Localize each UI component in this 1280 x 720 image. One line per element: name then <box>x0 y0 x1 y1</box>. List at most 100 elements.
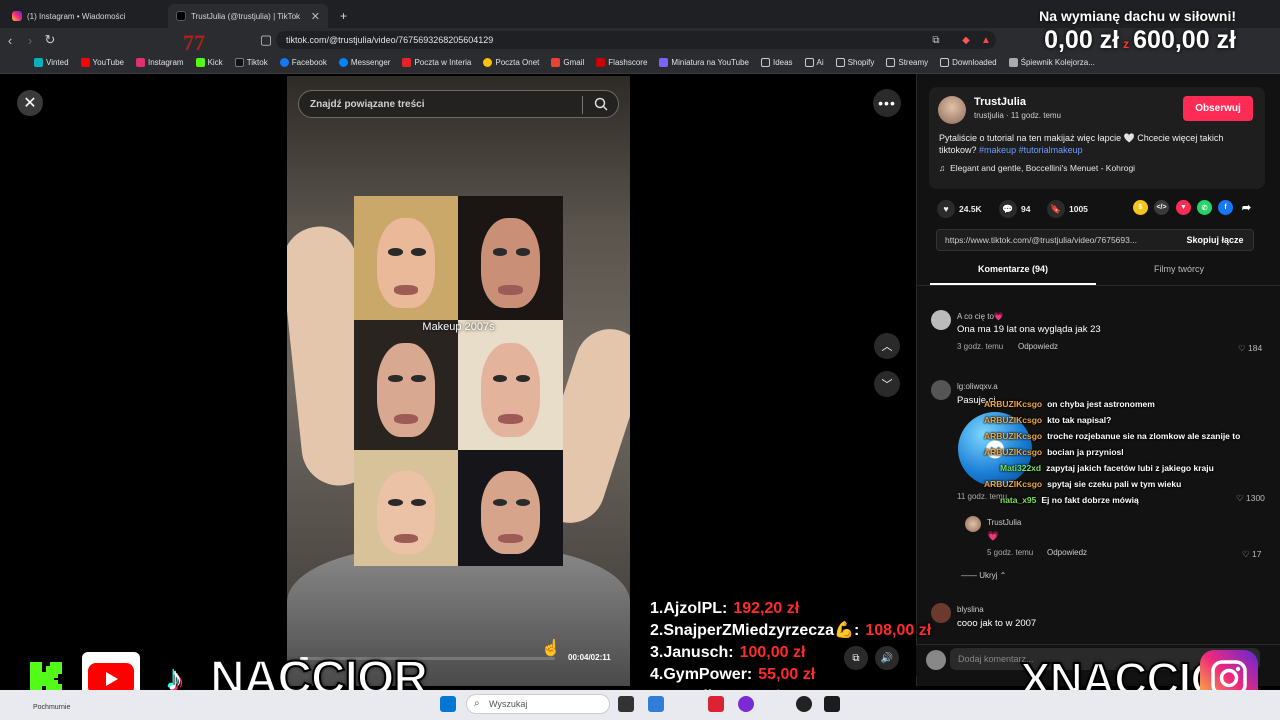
post-hashtags[interactable]: #makeup #tutorialmakeup <box>979 145 1083 155</box>
comment-username[interactable]: lg:oliwqxv.a <box>957 382 998 391</box>
bookmark-icon: 🔖 <box>1047 200 1065 218</box>
bookmark-folder-shopify[interactable]: Shopify <box>835 58 874 67</box>
bookmark-folder-streamy[interactable]: Streamy <box>886 58 928 67</box>
chat-message: ARBUZIKcsgo kto tak napisal? <box>960 412 1278 428</box>
warning-icon[interactable]: ▲ <box>976 35 996 46</box>
more-options-icon[interactable]: ••• <box>873 89 901 117</box>
facebook-icon[interactable]: f <box>1218 200 1233 215</box>
save-button[interactable]: 🔖 1005 <box>1047 200 1088 218</box>
search-icon[interactable] <box>594 97 608 111</box>
bookmark-spiewnik[interactable]: Śpiewnik Kolejorza... <box>1008 58 1095 67</box>
tab-creator-videos[interactable]: Filmy twórcy <box>1096 264 1262 274</box>
avatar[interactable] <box>965 516 981 532</box>
task-view-icon[interactable] <box>618 696 634 712</box>
follow-button[interactable]: Obserwuj <box>1183 96 1253 121</box>
close-icon[interactable]: ✕ <box>17 90 43 116</box>
chat-message: ARBUZIKcsgo spytaj sie czeku pali w tym w… <box>960 476 1278 492</box>
post-music[interactable]: ♫ Elegant and gentle, Boccellini's Menue… <box>939 163 1135 173</box>
app-icon[interactable] <box>738 696 754 712</box>
send-icon[interactable]: ▼ <box>1176 200 1191 215</box>
chat-message: Mati322xd zapytaj jakich facetów lubi z j… <box>960 460 1278 476</box>
taskbar-search[interactable]: ⌕ Wyszukaj <box>466 694 610 714</box>
hide-replies-button[interactable]: —— Ukryj ⌃ <box>961 571 1006 580</box>
bookmark-messenger[interactable]: Messenger <box>338 58 390 67</box>
reload-icon[interactable]: ↻ <box>40 32 60 48</box>
chat-text: kto tak napisal? <box>1047 415 1112 425</box>
like-button[interactable]: ♥ 24.5K <box>937 200 982 218</box>
bookmark-tiktok[interactable]: Tiktok <box>234 58 268 67</box>
comment-username[interactable]: A co cię to💗 <box>957 312 1004 321</box>
leaderboard-name: SnajperZMiedzyrzecza💪: <box>663 622 860 639</box>
reply-button[interactable]: Odpowiedz <box>1018 342 1058 351</box>
whatsapp-icon[interactable]: ✆ <box>1197 200 1212 215</box>
app-icon[interactable] <box>708 696 724 712</box>
chat-text: spytaj sie czeku pali w tym wieku <box>1047 479 1182 489</box>
leaderboard-row: 4.GymPower: 55,00 zł <box>650 664 950 686</box>
post-description: Pytaliście o tutorial na ten makijaż wię… <box>939 133 1224 155</box>
bookmark-vinted[interactable]: Vinted <box>34 58 69 67</box>
explorer-icon[interactable] <box>648 696 664 712</box>
tab-comments[interactable]: Komentarze (94) <box>930 264 1096 274</box>
bookmark-folder-ai[interactable]: Ai <box>804 58 824 67</box>
comment-like[interactable]: ♡ 184 <box>1238 343 1262 354</box>
brand-mark: 77 <box>183 30 205 55</box>
mouse-cursor-icon: ☝ <box>541 640 561 657</box>
bookmark-facebook[interactable]: Facebook <box>279 58 327 67</box>
chat-username: ARBUZIKcsgo <box>984 447 1043 457</box>
forward-icon[interactable]: › <box>20 33 40 48</box>
copy-link-button[interactable]: Skopiuj łącze <box>1180 230 1250 250</box>
tab-active-indicator <box>930 283 1096 285</box>
start-icon[interactable] <box>440 696 456 712</box>
bookmark-flashscore[interactable]: Flashscore <box>596 58 647 67</box>
author-name[interactable]: TrustJulia <box>974 96 1026 108</box>
bookmark-gmail[interactable]: Gmail <box>551 58 584 67</box>
bookmark-youtube[interactable]: YouTube <box>80 58 124 67</box>
bookmark-folder-downloaded[interactable]: Downloaded <box>940 58 997 67</box>
new-tab-button[interactable]: + <box>332 4 352 28</box>
reply-button[interactable]: Odpowiedz <box>1047 548 1087 557</box>
avatar[interactable] <box>931 380 951 400</box>
previous-video-icon[interactable]: ︿ <box>874 333 900 359</box>
comment-like[interactable]: ♡ 17 <box>1242 549 1261 560</box>
brave-shield-icon[interactable]: ◆ <box>956 35 976 46</box>
tab-title: TrustJulia (@trustjulia) | TikTok <box>191 11 301 21</box>
related-search-input[interactable]: Znajdź powiązane treści <box>298 90 619 118</box>
chat-username: ARBUZIKcsgo <box>984 431 1043 441</box>
chat-username: ARBUZIKcsgo <box>984 415 1043 425</box>
author-avatar[interactable] <box>938 96 966 124</box>
tiktok-icon <box>176 11 186 21</box>
url-field[interactable]: tiktok.com/@trustjulia/video/76756932682… <box>276 31 996 49</box>
leaderboard-amount: 192,20 zł <box>733 600 800 617</box>
bookmark-miniatura[interactable]: Miniatura na YouTube <box>659 58 749 67</box>
chat-message: nata_x95 Ej no fakt dobrze mówią <box>960 492 1278 508</box>
bookmark-onet[interactable]: Poczta Onet <box>483 58 539 67</box>
bookmark-kick[interactable]: Kick <box>195 58 223 67</box>
tab-instagram[interactable]: (1) Instagram • Wiadomości <box>4 4 164 28</box>
app-icon[interactable] <box>824 696 840 712</box>
embed-icon[interactable]: </> <box>1154 200 1169 215</box>
comment-username[interactable]: TrustJulia <box>987 518 1021 527</box>
comment-time: 5 godz. temu <box>987 548 1034 557</box>
video-time: 00:04/02:11 <box>568 653 611 662</box>
close-tab-icon[interactable]: ✕ <box>311 10 320 23</box>
bookmark-instagram[interactable]: Instagram <box>135 58 184 67</box>
back-icon[interactable]: ‹ <box>0 33 20 48</box>
comment-username[interactable]: blyslina <box>957 605 984 614</box>
share-icon[interactable]: ➦ <box>1239 200 1254 215</box>
bookmark-folder-ideas[interactable]: Ideas <box>760 58 793 67</box>
instagram-icon <box>12 11 22 21</box>
bookmark-icon[interactable]: ▢ <box>256 32 276 48</box>
chat-text: on chyba jest astronomem <box>1047 399 1155 409</box>
heart-icon: ♥ <box>937 200 955 218</box>
next-video-icon[interactable]: ﹀ <box>874 371 900 397</box>
translate-icon[interactable]: ⧉ <box>926 35 946 46</box>
obs-icon[interactable] <box>796 696 812 712</box>
coin-icon[interactable]: $ <box>1133 200 1148 215</box>
avatar[interactable] <box>931 310 951 330</box>
leaderboard-name: GymPower: <box>663 666 753 683</box>
comment-button[interactable]: 💬 94 <box>999 200 1030 218</box>
tab-tiktok[interactable]: TrustJulia (@trustjulia) | TikTok ✕ <box>168 4 328 28</box>
bookmark-interia[interactable]: Poczta w Interia <box>402 58 471 67</box>
weather-widget[interactable]: Pochmurnie <box>33 704 70 711</box>
chat-message: ARBUZIKcsgo bocian ja przyniosl <box>960 444 1278 460</box>
